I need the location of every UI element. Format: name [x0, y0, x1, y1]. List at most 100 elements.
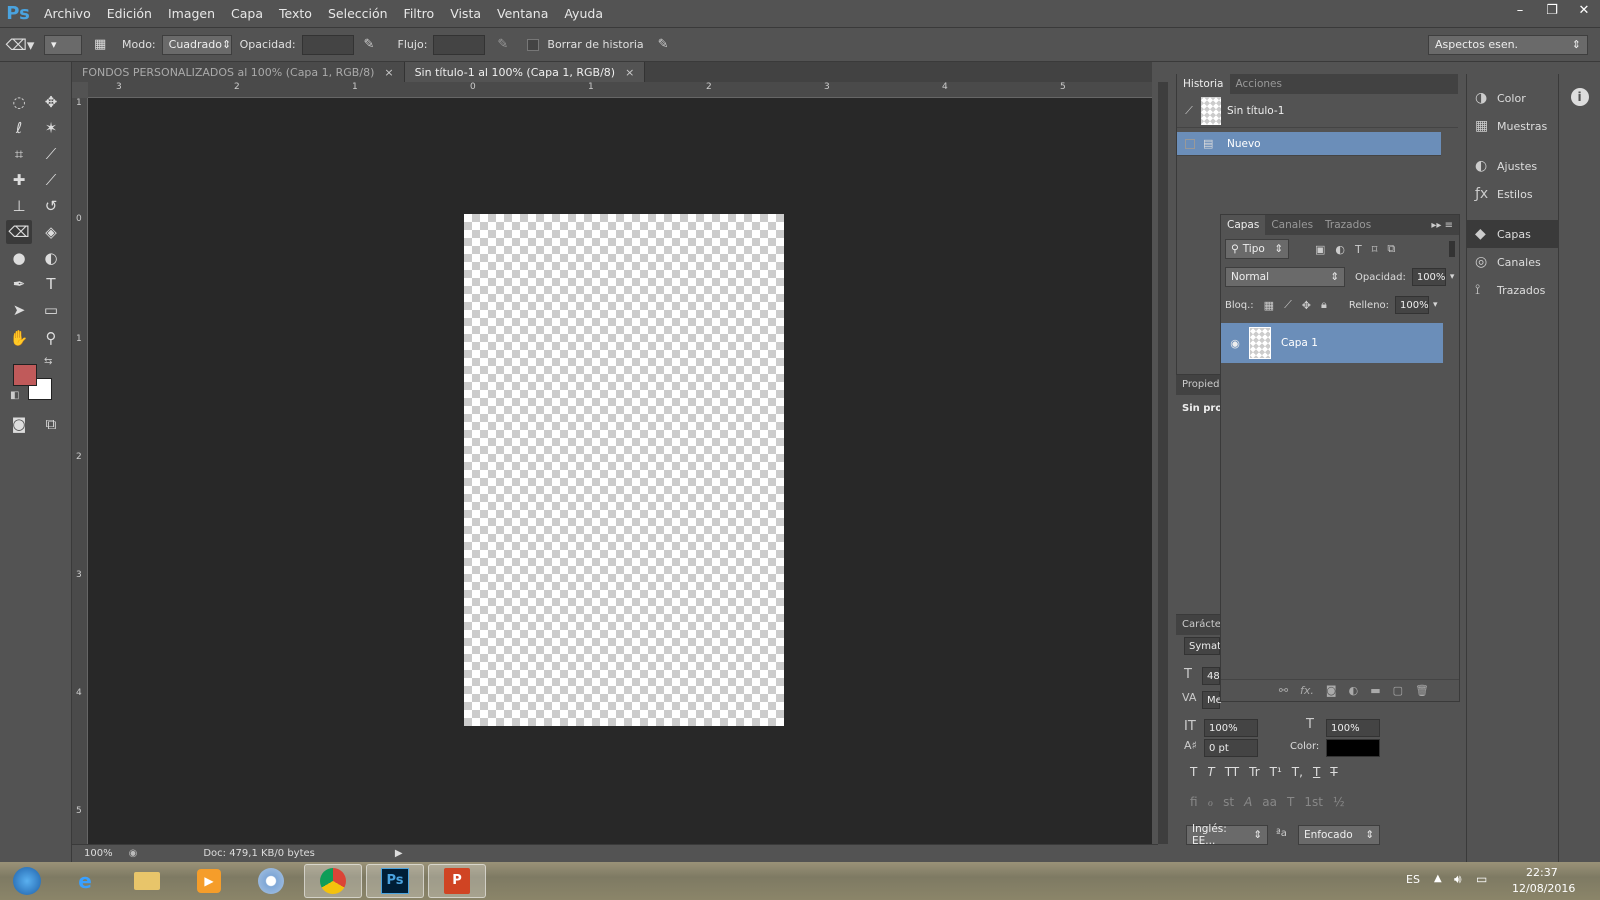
magic-wand-icon[interactable]: ✶	[38, 116, 64, 140]
menu-capa[interactable]: Capa	[223, 6, 271, 21]
move-tool-icon[interactable]: ✥	[38, 90, 64, 114]
layer-opacity-input[interactable]: 100%	[1411, 268, 1446, 286]
old-style-button[interactable]: ℴ	[1208, 795, 1214, 809]
eraser-preset-icon[interactable]: ⌫▾	[0, 36, 40, 54]
add-mask-icon[interactable]: ◙	[1326, 684, 1337, 697]
layer-name[interactable]: Capa 1	[1281, 337, 1318, 349]
rectangle-tool-icon[interactable]: ▭	[38, 298, 64, 322]
font-family-input[interactable]: Symat	[1184, 637, 1221, 655]
taskbar-chrome[interactable]	[304, 864, 362, 898]
type-tool-icon[interactable]: T	[38, 272, 64, 296]
clock-date[interactable]: 12/08/2016	[1512, 882, 1575, 895]
dock-canales[interactable]: ◎ Canales	[1467, 248, 1558, 276]
menu-imagen[interactable]: Imagen	[160, 6, 223, 21]
state-checkbox[interactable]	[1185, 138, 1195, 149]
network-icon[interactable]: ▭	[1476, 872, 1487, 886]
airbrush-icon[interactable]: ✎	[497, 37, 517, 52]
layer-style-button[interactable]: fx.	[1300, 684, 1314, 697]
erase-history-checkbox[interactable]	[527, 38, 540, 51]
dock-muestras[interactable]: ▦ Muestras	[1467, 112, 1558, 140]
filter-type-icon[interactable]: T	[1355, 243, 1362, 256]
dodge-tool-icon[interactable]: ◐	[38, 246, 64, 270]
brush-tool-icon[interactable]: ⟋	[38, 168, 64, 192]
default-colors-icon[interactable]: ◧	[10, 390, 19, 401]
taskbar-media-player[interactable]: ▶	[180, 864, 238, 898]
screen-mode-icon[interactable]: ⧉	[38, 412, 64, 436]
quick-mask-icon[interactable]: ◙	[6, 412, 32, 436]
titling-button[interactable]: aa	[1262, 795, 1277, 809]
font-size-input[interactable]: 48	[1202, 667, 1220, 685]
ornaments-button[interactable]: T	[1287, 795, 1294, 809]
filter-kind-select[interactable]: ⚲ Tipo ⇕	[1225, 239, 1289, 259]
doc-tab-fondos[interactable]: FONDOS PERSONALIZADOS al 100% (Capa 1, R…	[72, 62, 405, 82]
language-select[interactable]: Inglés: EE... ⇕	[1186, 823, 1268, 847]
tab-capas[interactable]: Capas	[1221, 215, 1266, 235]
dock-estilos[interactable]: ƒx Estilos	[1467, 180, 1558, 208]
clock-time[interactable]: 22:37	[1526, 866, 1558, 879]
filter-shape-icon[interactable]: ⌑	[1372, 243, 1378, 256]
small-caps-button[interactable]: Tr	[1249, 765, 1260, 779]
underline-button[interactable]: T	[1313, 765, 1320, 779]
new-layer-icon[interactable]: ▢	[1393, 684, 1403, 697]
restore-button[interactable]: ❐	[1536, 0, 1568, 20]
status-info-icon[interactable]: ◉	[129, 848, 138, 859]
swap-colors-icon[interactable]: ⇆	[44, 356, 52, 367]
faux-bold-button[interactable]: T	[1190, 765, 1197, 779]
pen-tool-icon[interactable]: ✒	[6, 272, 32, 296]
fill-input[interactable]: 100%	[1395, 296, 1430, 314]
horizontal-scale-input[interactable]: 100%	[1326, 719, 1380, 737]
input-language[interactable]: ES	[1406, 873, 1420, 886]
history-brush-icon[interactable]: ↺	[38, 194, 64, 218]
close-button[interactable]: ✕	[1568, 0, 1600, 20]
filter-pixel-icon[interactable]: ▣	[1315, 243, 1325, 256]
crop-tool-icon[interactable]: ⌗	[6, 142, 32, 166]
close-icon[interactable]: ×	[625, 66, 634, 79]
properties-title[interactable]: Propied	[1176, 375, 1220, 395]
tab-acciones[interactable]: Acciones	[1230, 74, 1288, 94]
faux-italic-button[interactable]: T	[1207, 765, 1214, 779]
zoom-level[interactable]: 100%	[84, 848, 113, 859]
panel-menu-icon[interactable]: ▸▸ ≡	[1431, 220, 1453, 231]
history-state[interactable]: ▤ Nuevo	[1177, 132, 1441, 156]
menu-ventana[interactable]: Ventana	[489, 6, 556, 21]
new-group-icon[interactable]: ▬	[1370, 684, 1380, 697]
menu-vista[interactable]: Vista	[442, 6, 489, 21]
opacity-input[interactable]	[301, 34, 354, 55]
mode-select[interactable]: Cuadrado ⇕	[161, 34, 232, 55]
menu-filtro[interactable]: Filtro	[396, 6, 443, 21]
blur-tool-icon[interactable]: ●	[6, 246, 32, 270]
status-menu-arrow-icon[interactable]: ▶	[395, 848, 403, 859]
taskbar-photoshop[interactable]: Ps	[366, 864, 424, 898]
layer-row[interactable]: ◉ Capa 1	[1221, 323, 1443, 363]
brush-size-picker[interactable]: ▾	[44, 34, 82, 55]
antialias-select[interactable]: Enfocado ⇕	[1298, 825, 1380, 845]
filter-adjustment-icon[interactable]: ◐	[1335, 243, 1345, 256]
menu-edicion[interactable]: Edición	[99, 6, 160, 21]
taskbar-browser[interactable]	[242, 864, 300, 898]
ligature-button[interactable]: ﬁ	[1190, 795, 1198, 809]
tab-trazados[interactable]: Trazados	[1319, 215, 1377, 235]
path-selection-icon[interactable]: ➤	[6, 298, 32, 322]
filter-smart-object-icon[interactable]: ⧉	[1387, 242, 1395, 256]
menu-archivo[interactable]: Archivo	[36, 6, 99, 21]
doc-tab-sin-titulo[interactable]: Sin título-1 al 100% (Capa 1, RGB/8) ×	[404, 62, 646, 82]
lock-transparent-icon[interactable]: ▦	[1264, 299, 1274, 312]
flow-input[interactable]	[433, 34, 486, 55]
visibility-eye-icon[interactable]: ◉	[1221, 337, 1249, 350]
superscript-button[interactable]: T¹	[1270, 765, 1282, 779]
tab-canales[interactable]: Canales	[1265, 215, 1319, 235]
fractions-button[interactable]: ½	[1333, 795, 1345, 809]
eyedropper-icon[interactable]: ⟋	[38, 142, 64, 166]
close-icon[interactable]: ×	[384, 66, 393, 79]
document-canvas[interactable]	[464, 214, 784, 726]
new-adjustment-icon[interactable]: ◐	[1349, 684, 1359, 697]
strikethrough-button[interactable]: T	[1330, 765, 1337, 779]
history-snapshot[interactable]: ⟋ Sin título-1	[1177, 94, 1458, 128]
lock-position-icon[interactable]: ✥	[1302, 299, 1311, 312]
start-button[interactable]	[2, 864, 52, 898]
menu-ayuda[interactable]: Ayuda	[556, 6, 611, 21]
volume-icon[interactable]: 🔊︎	[1454, 872, 1462, 887]
delete-layer-icon[interactable]: 🗑︎	[1415, 684, 1429, 697]
text-color-swatch[interactable]	[1326, 739, 1380, 757]
workspace-select[interactable]: Aspectos esen. ⇕	[1428, 34, 1588, 55]
